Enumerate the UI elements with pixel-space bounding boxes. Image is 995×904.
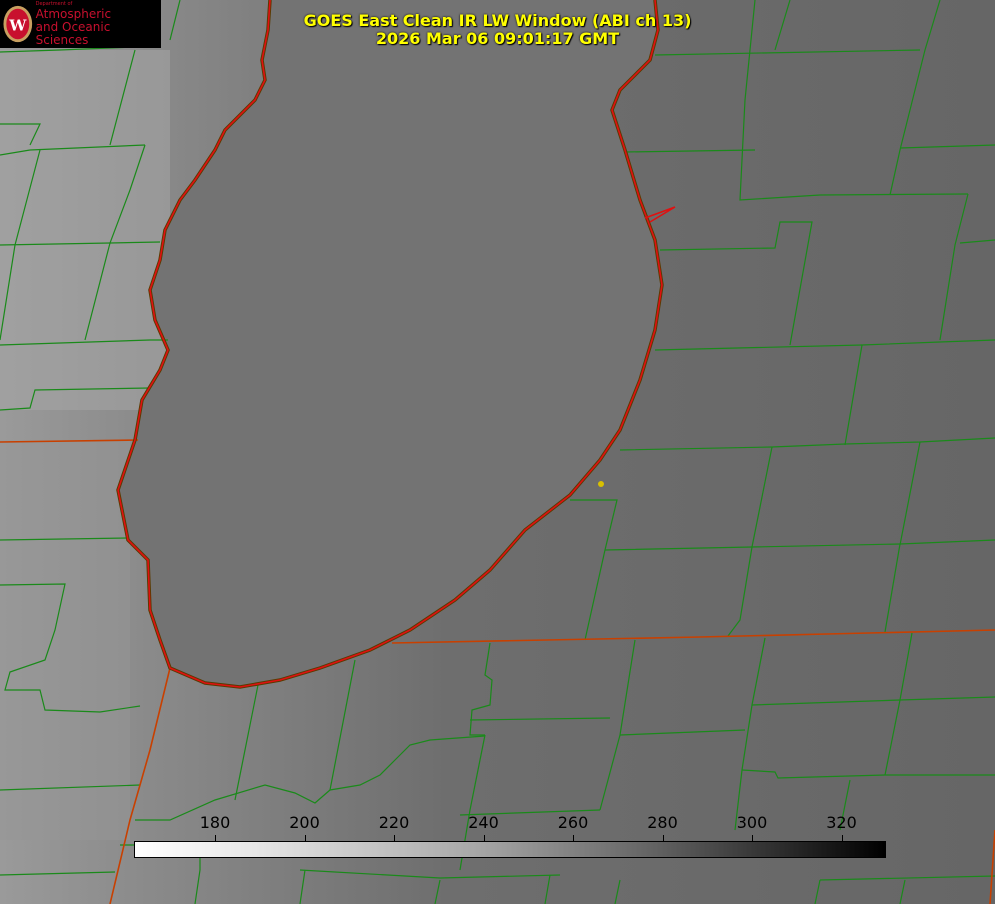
satellite-image-viewer: W Department of Atmospheric and Oceanic … [0, 0, 995, 904]
colorbar-tick-label: 220 [378, 813, 410, 832]
colorbar-tick-label: 200 [289, 813, 320, 832]
colorbar-tick-mark [215, 835, 216, 841]
colorbar-tick-mark [304, 835, 306, 841]
colorbar-tick-label: 260 [557, 813, 589, 832]
colorbar-tick-label: 300 [736, 813, 768, 832]
colorbar-tick-label: 320 [826, 813, 857, 832]
temperature-colorbar [134, 841, 886, 858]
logo-line2: and Oceanic Sciences [35, 20, 111, 47]
cloud-patch [0, 50, 170, 410]
colorbar-tick-mark [573, 835, 574, 841]
colorbar-tick-labels: 180 200 220 240 260 280 300 320 [0, 813, 995, 843]
uw-seal-icon: W [3, 5, 33, 43]
colorbar-tick-mark [841, 835, 843, 841]
station-marker [598, 481, 604, 487]
image-title: GOES East Clean IR LW Window (ABI ch 13)… [250, 12, 745, 48]
colorbar-tick-label: 180 [199, 813, 231, 832]
colorbar-tick-label: 240 [468, 813, 499, 832]
svg-text:W: W [8, 17, 27, 35]
colorbar-tick-mark [662, 835, 664, 841]
cloud-patch [0, 440, 130, 840]
satellite-map [0, 0, 995, 904]
colorbar-tick-label: 280 [647, 813, 678, 832]
colorbar-tick-mark [752, 835, 753, 841]
colorbar-tick-mark [483, 835, 485, 841]
aos-logo: W Department of Atmospheric and Oceanic … [0, 0, 161, 48]
title-timestamp: 2026 Mar 06 09:01:17 GMT [375, 29, 620, 48]
title-product: GOES East Clean IR LW Window (ABI ch 13) [303, 11, 692, 30]
logo-text: Department of Atmospheric and Oceanic Sc… [36, 1, 161, 47]
colorbar-tick-mark [394, 835, 395, 841]
